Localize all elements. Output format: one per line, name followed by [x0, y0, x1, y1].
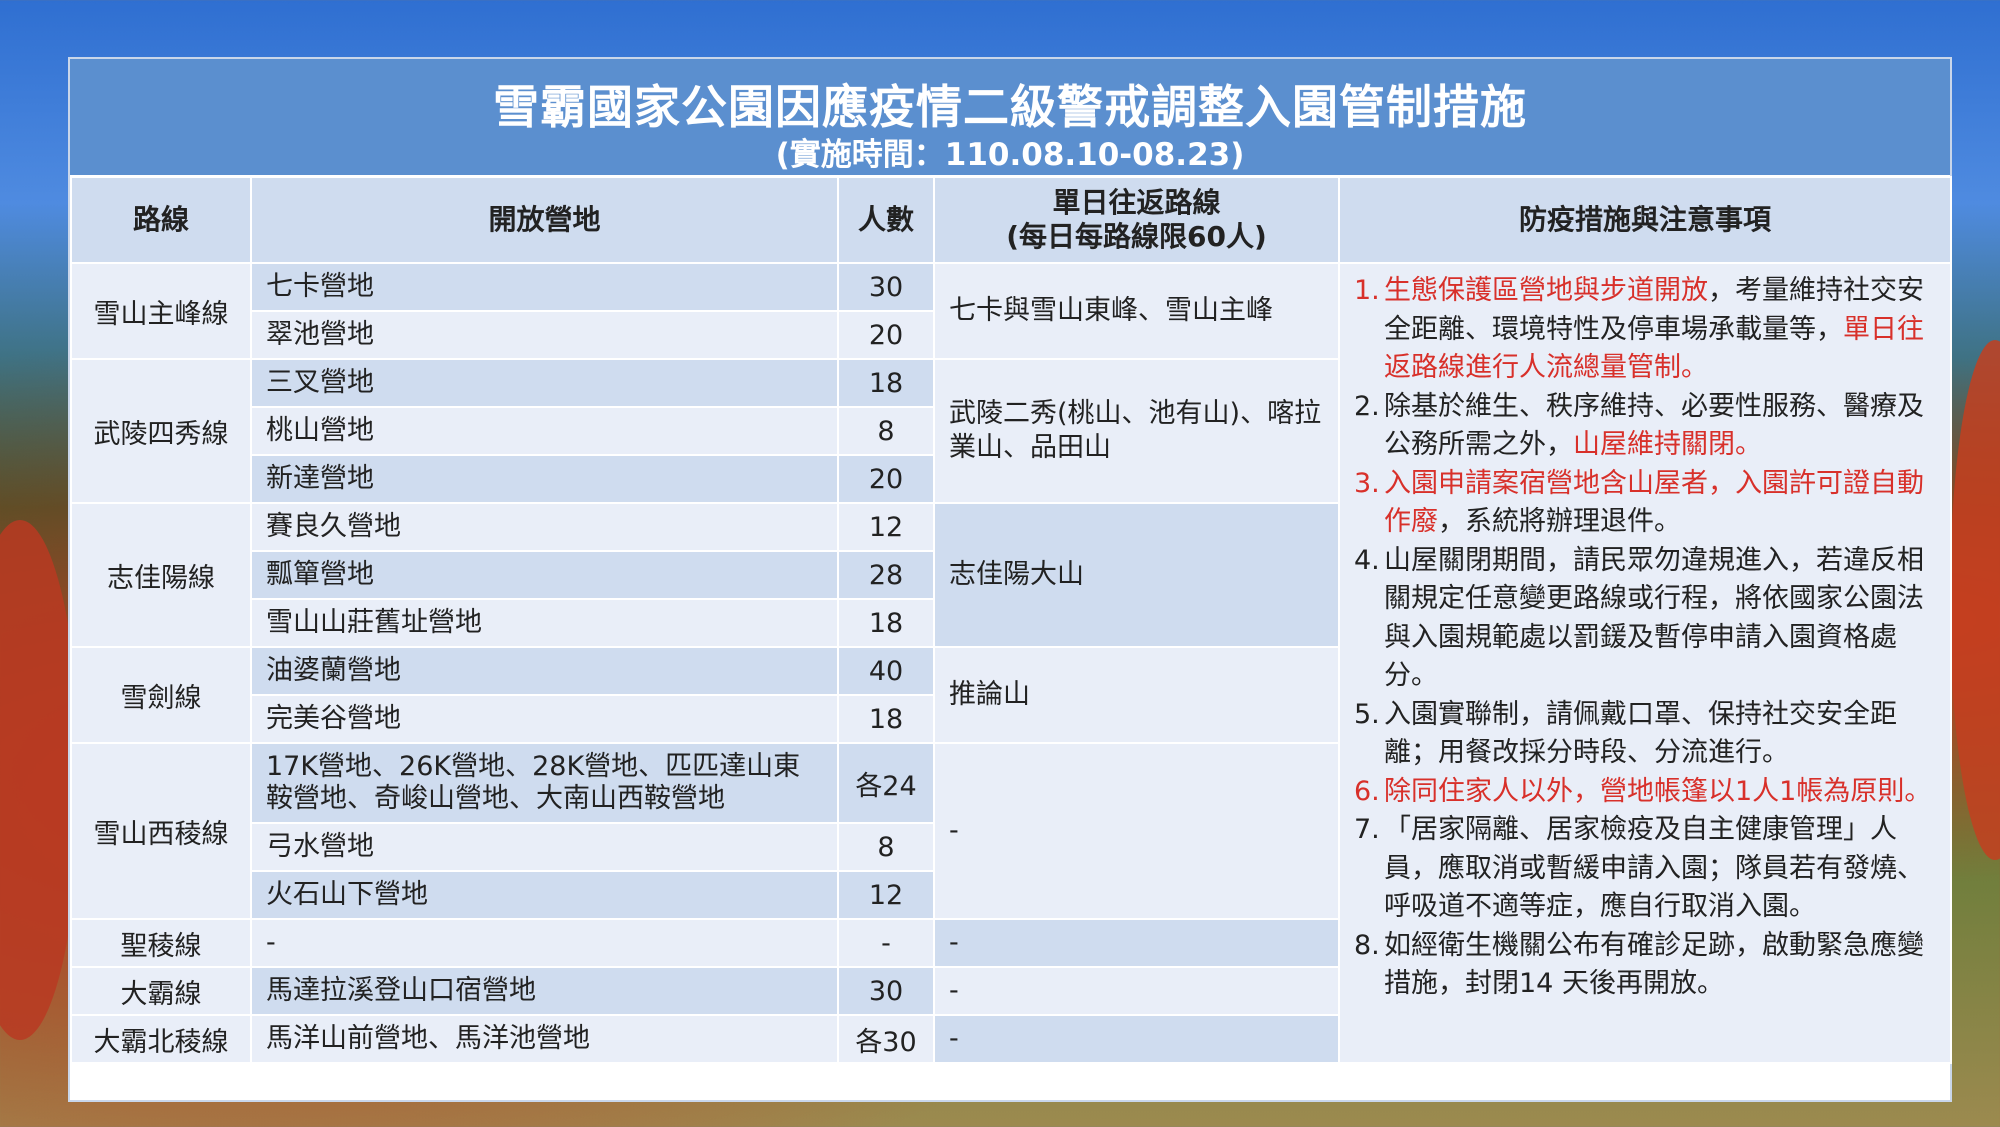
- camp-name: 油婆蘭營地: [250, 646, 839, 696]
- table-row: 雪山主峰線 七卡營地 30 七卡與雪山東峰、雪山主峰 1. 生態保護區營地與步道開…: [70, 262, 1952, 1064]
- note-text-highlight: 除同住家人以外，營地帳篷以1人1帳為原則。: [1384, 775, 1932, 807]
- camp-count: 18: [837, 358, 935, 408]
- camp-name: 賽良久營地: [250, 502, 839, 552]
- camp-count: 18: [837, 598, 935, 648]
- camp-name: 17K營地、26K營地、28K營地、匹匹達山東鞍營地、奇峻山營地、大南山西鞍營地: [250, 742, 839, 824]
- column-header-camp: 開放營地: [250, 176, 839, 264]
- camp-name: 七卡營地: [250, 262, 839, 312]
- camp-name: 瓢簞營地: [250, 550, 839, 600]
- note-number: 2.: [1354, 390, 1380, 422]
- camp-count: 30: [837, 262, 935, 312]
- camp-name: 弓水營地: [250, 822, 839, 872]
- camp-count: 各24: [837, 742, 935, 824]
- note-number: 4.: [1354, 544, 1380, 576]
- note-number: 7.: [1354, 814, 1380, 845]
- note-item: 3. 入園申請案宿營地含山屋者，入園許可證自動作廢，系統將辦理退件。: [1354, 465, 1936, 542]
- note-number: 5.: [1354, 698, 1380, 730]
- note-text: 如經衛生機關公布有確診足跡，啟動緊急應變措施，封閉14 天後再開放。: [1384, 929, 1924, 1000]
- day-trail: 志佳陽大山: [933, 502, 1340, 648]
- header-banner: 雪霸國家公園因應疫情二級警戒調整入園管制措施 (實施時間：110.08.10-0…: [70, 59, 1950, 175]
- day-trail: -: [933, 1014, 1340, 1064]
- note-item: 8. 如經衛生機關公布有確診足跡，啟動緊急應變措施，封閉14 天後再開放。: [1354, 927, 1936, 1004]
- day-trail: 七卡與雪山東峰、雪山主峰: [933, 262, 1340, 360]
- note-item: 1. 生態保護區營地與步道開放，考量維持社交安全距離、環境特性及停車場承載量等，單…: [1354, 272, 1936, 388]
- route-name: 雪山西稜線: [70, 742, 252, 920]
- note-item: 7. 「居家隔離、居家檢疫及自主健康管理」人員，應取消或暫緩申請入園；隊員若有發燒…: [1354, 811, 1936, 927]
- note-text: ，系統將辦理退件。: [1438, 506, 1681, 537]
- note-item: 6. 除同住家人以外，營地帳篷以1人1帳為原則。: [1354, 773, 1936, 812]
- column-header-route: 路線: [70, 176, 252, 264]
- camp-count: 30: [837, 966, 935, 1016]
- camp-name: 完美谷營地: [250, 694, 839, 744]
- day-trail: 推論山: [933, 646, 1340, 744]
- note-number: 1.: [1354, 275, 1380, 306]
- camp-name: -: [250, 918, 839, 968]
- note-text: 入園實聯制，請佩戴口罩、保持社交安全距離；用餐改採分時段、分流進行。: [1384, 698, 1897, 769]
- route-name: 雪劍線: [70, 646, 252, 744]
- route-name: 大霸線: [70, 966, 252, 1016]
- notes-list: 1. 生態保護區營地與步道開放，考量維持社交安全距離、環境特性及停車場承載量等，單…: [1354, 272, 1936, 1004]
- camp-count: 8: [837, 822, 935, 872]
- column-header-trail-line2: (每日每路線限60人): [1006, 220, 1267, 253]
- camp-name: 三叉營地: [250, 358, 839, 408]
- regulation-panel: 雪霸國家公園因應疫情二級警戒調整入園管制措施 (實施時間：110.08.10-0…: [68, 57, 1952, 1102]
- note-number: 8.: [1354, 929, 1380, 961]
- route-name: 武陵四秀線: [70, 358, 252, 504]
- note-number: 3.: [1354, 467, 1380, 499]
- page-title: 雪霸國家公園因應疫情二級警戒調整入園管制措施: [493, 80, 1527, 134]
- route-name: 聖稜線: [70, 918, 252, 968]
- note-item: 5. 入園實聯制，請佩戴口罩、保持社交安全距離；用餐改採分時段、分流進行。: [1354, 696, 1936, 773]
- camp-count: -: [837, 918, 935, 968]
- note-item: 2. 除基於維生、秩序維持、必要性服務、醫療及公務所需之外，山屋維持關閉。: [1354, 388, 1936, 465]
- day-trail: -: [933, 966, 1340, 1016]
- note-text-highlight: 山屋維持關閉。: [1573, 429, 1762, 460]
- camp-name: 馬洋山前營地、馬洋池營地: [250, 1014, 839, 1064]
- background-foliage-right: [1950, 340, 2000, 860]
- day-trail: 武陵二秀(桃山、池有山)、喀拉業山、品田山: [933, 358, 1340, 504]
- camp-name: 雪山山莊舊址營地: [250, 598, 839, 648]
- note-text-highlight: 生態保護區營地與步道開放: [1384, 275, 1708, 306]
- camp-count: 40: [837, 646, 935, 696]
- column-header-trail-line1: 單日往返路線: [1052, 186, 1221, 220]
- camp-name: 翠池營地: [250, 310, 839, 360]
- camp-count: 12: [837, 502, 935, 552]
- camp-count: 20: [837, 310, 935, 360]
- day-trail: -: [933, 742, 1340, 920]
- column-header-notes: 防疫措施與注意事項: [1338, 176, 1952, 264]
- camp-count: 各30: [837, 1014, 935, 1064]
- table-header-row: 路線 開放營地 人數 單日往返路線 (每日每路線限60人) 防疫措施與注意事項: [70, 176, 1952, 264]
- page-subtitle: (實施時間：110.08.10-08.23): [775, 137, 1245, 173]
- regulation-table: 路線 開放營地 人數 單日往返路線 (每日每路線限60人) 防疫措施與注意事項 …: [70, 176, 1952, 1064]
- route-name: 志佳陽線: [70, 502, 252, 648]
- column-header-trail: 單日往返路線 (每日每路線限60人): [933, 176, 1340, 264]
- note-number: 6.: [1354, 775, 1380, 807]
- notes-cell: 1. 生態保護區營地與步道開放，考量維持社交安全距離、環境特性及停車場承載量等，單…: [1338, 262, 1952, 1064]
- day-trail: -: [933, 918, 1340, 968]
- route-name: 雪山主峰線: [70, 262, 252, 360]
- note-text: 「居家隔離、居家檢疫及自主健康管理」人員，應取消或暫緩申請入園；隊員若有發燒、呼…: [1384, 814, 1924, 922]
- camp-count: 8: [837, 406, 935, 456]
- camp-count: 28: [837, 550, 935, 600]
- note-item: 4. 山屋關閉期間，請民眾勿違規進入，若違反相關規定任意變更路線或行程，將依國家公…: [1354, 542, 1936, 696]
- column-header-count: 人數: [837, 176, 935, 264]
- camp-name: 桃山營地: [250, 406, 839, 456]
- camp-count: 20: [837, 454, 935, 504]
- camp-name: 馬達拉溪登山口宿營地: [250, 966, 839, 1016]
- route-name: 大霸北稜線: [70, 1014, 252, 1064]
- note-text: 山屋關閉期間，請民眾勿違規進入，若違反相關規定任意變更路線或行程，將依國家公園法…: [1384, 544, 1924, 692]
- camp-count: 12: [837, 870, 935, 920]
- camp-name: 火石山下營地: [250, 870, 839, 920]
- camp-name: 新達營地: [250, 454, 839, 504]
- camp-count: 18: [837, 694, 935, 744]
